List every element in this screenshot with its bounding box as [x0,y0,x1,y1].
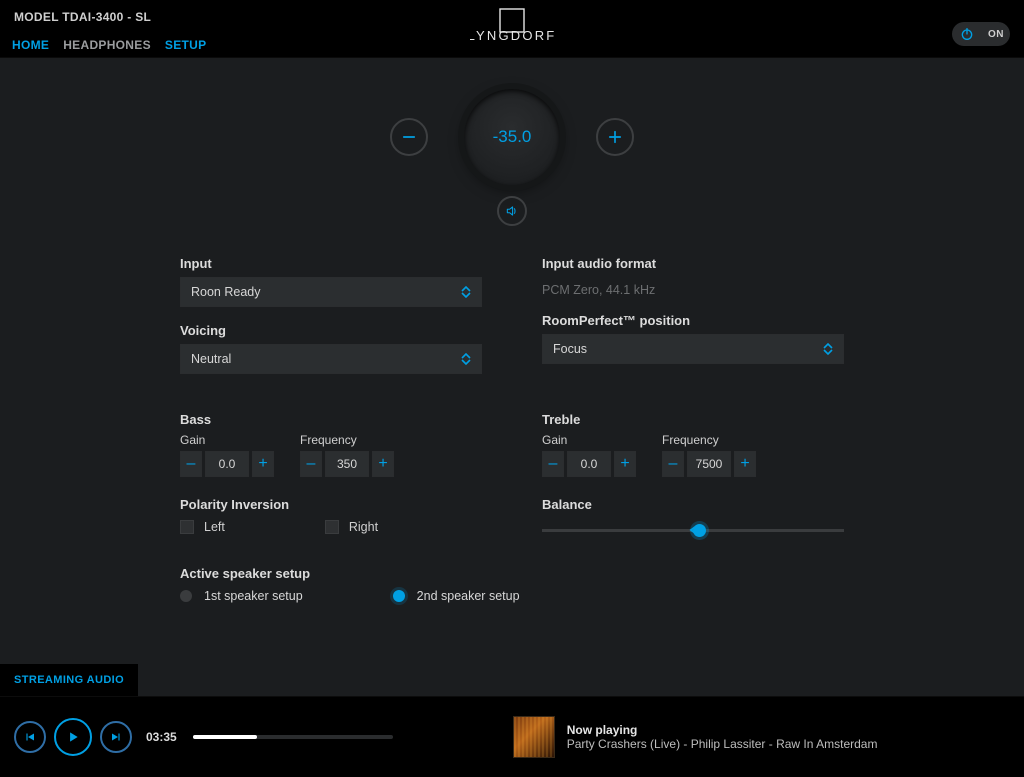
tab-headphones[interactable]: HEADPHONES [63,38,151,52]
polarity-left-label: Left [204,520,225,534]
album-art [513,716,555,758]
balance-title: Balance [542,497,844,512]
nav-tabs: HOME HEADPHONES SETUP [12,38,206,52]
polarity-left-checkbox[interactable]: Left [180,520,225,534]
volume-up-button[interactable] [596,118,634,156]
roomperfect-label: RoomPerfect™ position [542,313,844,328]
power-label: ON [988,29,1004,40]
now-playing-label: Now playing [567,723,878,737]
header: MODEL TDAI-3400 - SL HOME HEADPHONES SET… [0,0,1024,58]
treble-freq-value[interactable]: 7500 [687,451,731,477]
treble-gain-minus[interactable]: – [542,451,564,477]
player-bar: 03:35 Now playing Party Crashers (Live) … [0,696,1024,777]
treble-gain-stepper: – 0.0 + [542,451,636,477]
input-value: Roon Ready [191,285,261,299]
streaming-audio-tab[interactable]: STREAMING AUDIO [0,664,138,696]
checkbox-icon [325,520,339,534]
progress-fill [193,735,257,739]
bass-gain-minus[interactable]: – [180,451,202,477]
plus-icon [606,128,624,146]
bass-freq-minus[interactable]: – [300,451,322,477]
voicing-value: Neutral [191,352,231,366]
chevron-updown-icon [461,353,471,365]
volume-value: -35.0 [493,127,532,147]
speaker-setup-title: Active speaker setup [180,566,844,581]
svg-text:LYNGDORF: LYNGDORF [470,28,554,43]
input-select[interactable]: Roon Ready [180,277,482,307]
polarity-right-checkbox[interactable]: Right [325,520,378,534]
brand-logo: LYNGDORF [470,8,554,50]
speaker-setup-1-label: 1st speaker setup [204,589,303,603]
treble-title: Treble [542,412,844,427]
treble-freq-minus[interactable]: – [662,451,684,477]
prev-track-button[interactable] [14,721,46,753]
treble-freq-plus[interactable]: + [734,451,756,477]
mute-button[interactable] [497,196,527,226]
tab-setup[interactable]: SETUP [165,38,207,52]
model-label: MODEL TDAI-3400 - SL [14,10,151,24]
treble-gain-label: Gain [542,433,636,447]
roomperfect-select[interactable]: Focus [542,334,844,364]
bass-freq-plus[interactable]: + [372,451,394,477]
bass-title: Bass [180,412,482,427]
radio-icon [180,590,192,602]
treble-gain-value[interactable]: 0.0 [567,451,611,477]
chevron-updown-icon [461,286,471,298]
input-label: Input [180,256,482,271]
main-panel: -35.0 Input Roon Ready [0,58,1024,696]
voicing-label: Voicing [180,323,482,338]
bass-gain-stepper: – 0.0 + [180,451,274,477]
format-label: Input audio format [542,256,844,271]
bass-gain-plus[interactable]: + [252,451,274,477]
speaker-setup-2-radio[interactable]: 2nd speaker setup [393,589,520,603]
minus-icon [400,128,418,146]
now-playing: Now playing Party Crashers (Live) - Phil… [513,716,878,758]
next-track-button[interactable] [100,721,132,753]
progress-bar[interactable] [193,735,393,739]
volume-row: -35.0 [0,82,1024,192]
roomperfect-value: Focus [553,342,587,356]
balance-slider[interactable] [542,520,844,540]
skip-back-icon [24,731,36,743]
chevron-updown-icon [823,343,833,355]
treble-freq-label: Frequency [662,433,756,447]
checkbox-icon [180,520,194,534]
format-value: PCM Zero, 44.1 kHz [542,277,844,297]
bass-gain-label: Gain [180,433,274,447]
bass-gain-value[interactable]: 0.0 [205,451,249,477]
speaker-setup-1-radio[interactable]: 1st speaker setup [180,589,303,603]
power-toggle[interactable]: ON [952,22,1010,46]
polarity-title: Polarity Inversion [180,497,482,512]
speaker-setup-2-label: 2nd speaker setup [417,589,520,603]
skip-forward-icon [110,731,122,743]
voicing-select[interactable]: Neutral [180,344,482,374]
treble-gain-plus[interactable]: + [614,451,636,477]
bass-freq-value[interactable]: 350 [325,451,369,477]
play-button[interactable] [54,718,92,756]
polarity-right-label: Right [349,520,378,534]
radio-icon [393,590,405,602]
bass-freq-stepper: – 350 + [300,451,394,477]
tab-home[interactable]: HOME [12,38,49,52]
volume-down-button[interactable] [390,118,428,156]
track-info: Party Crashers (Live) - Philip Lassiter … [567,737,878,751]
play-icon [66,730,80,744]
slider-thumb[interactable] [693,524,706,537]
playback-time: 03:35 [146,730,177,744]
treble-freq-stepper: – 7500 + [662,451,756,477]
bass-freq-label: Frequency [300,433,394,447]
speaker-icon [505,204,519,218]
volume-dial[interactable]: -35.0 [464,89,560,185]
power-icon [958,25,976,43]
